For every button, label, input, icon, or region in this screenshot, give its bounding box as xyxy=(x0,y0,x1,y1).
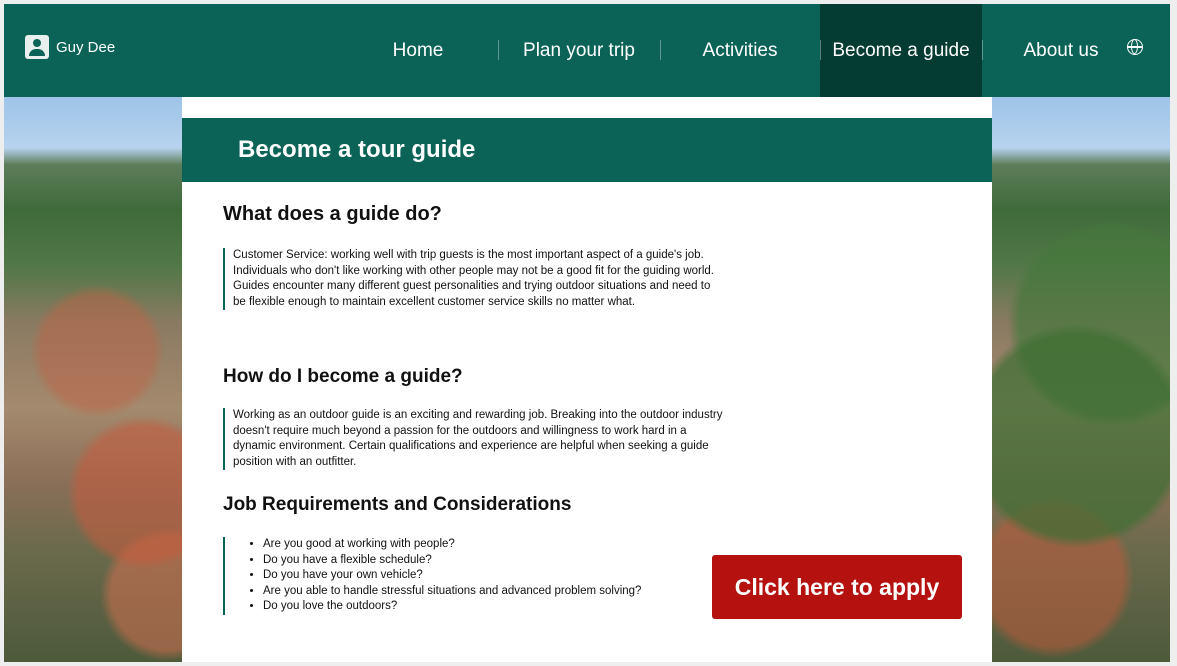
section-heading-how-do-i-become-a-guide: How do I become a guide? xyxy=(223,366,463,387)
section-heading-what-does-a-guide-do: What does a guide do? xyxy=(223,203,442,225)
section-text-what-does-a-guide-do: Customer Service: working well with trip… xyxy=(223,248,723,310)
content-panel: Become a tour guide What does a guide do… xyxy=(182,97,992,662)
requirements-list-box: Are you good at working with people? Do … xyxy=(223,537,723,615)
list-item: Do you have your own vehicle? xyxy=(263,568,723,584)
top-nav: Guy Dee Home Plan your trip Activities B… xyxy=(4,4,1170,97)
globe-icon[interactable] xyxy=(1127,39,1143,55)
nav-item-about-us[interactable]: About us xyxy=(982,4,1140,97)
list-item: Do you love the outdoors? xyxy=(263,599,723,615)
section-text-how-do-i-become-a-guide: Working as an outdoor guide is an exciti… xyxy=(223,408,723,470)
list-item: Are you good at working with people? xyxy=(263,537,723,553)
list-item: Are you able to handle stressful situati… xyxy=(263,584,723,600)
user-menu[interactable]: Guy Dee xyxy=(25,35,115,59)
nav-menu: Home Plan your trip Activities Become a … xyxy=(338,4,1140,97)
list-item: Do you have a flexible schedule? xyxy=(263,553,723,569)
section-heading-job-requirements: Job Requirements and Considerations xyxy=(223,494,572,515)
nav-item-home[interactable]: Home xyxy=(338,4,498,97)
user-avatar-icon xyxy=(25,35,49,59)
page-frame: Guy Dee Home Plan your trip Activities B… xyxy=(4,4,1170,662)
nav-item-activities[interactable]: Activities xyxy=(660,4,820,97)
requirements-list: Are you good at working with people? Do … xyxy=(233,537,723,615)
nav-item-plan-your-trip[interactable]: Plan your trip xyxy=(498,4,660,97)
apply-button[interactable]: Click here to apply xyxy=(712,555,962,619)
nav-item-become-a-guide[interactable]: Become a guide xyxy=(820,4,982,97)
user-name: Guy Dee xyxy=(56,38,116,56)
page-title: Become a tour guide xyxy=(238,136,476,163)
page-banner: Become a tour guide xyxy=(182,118,992,182)
